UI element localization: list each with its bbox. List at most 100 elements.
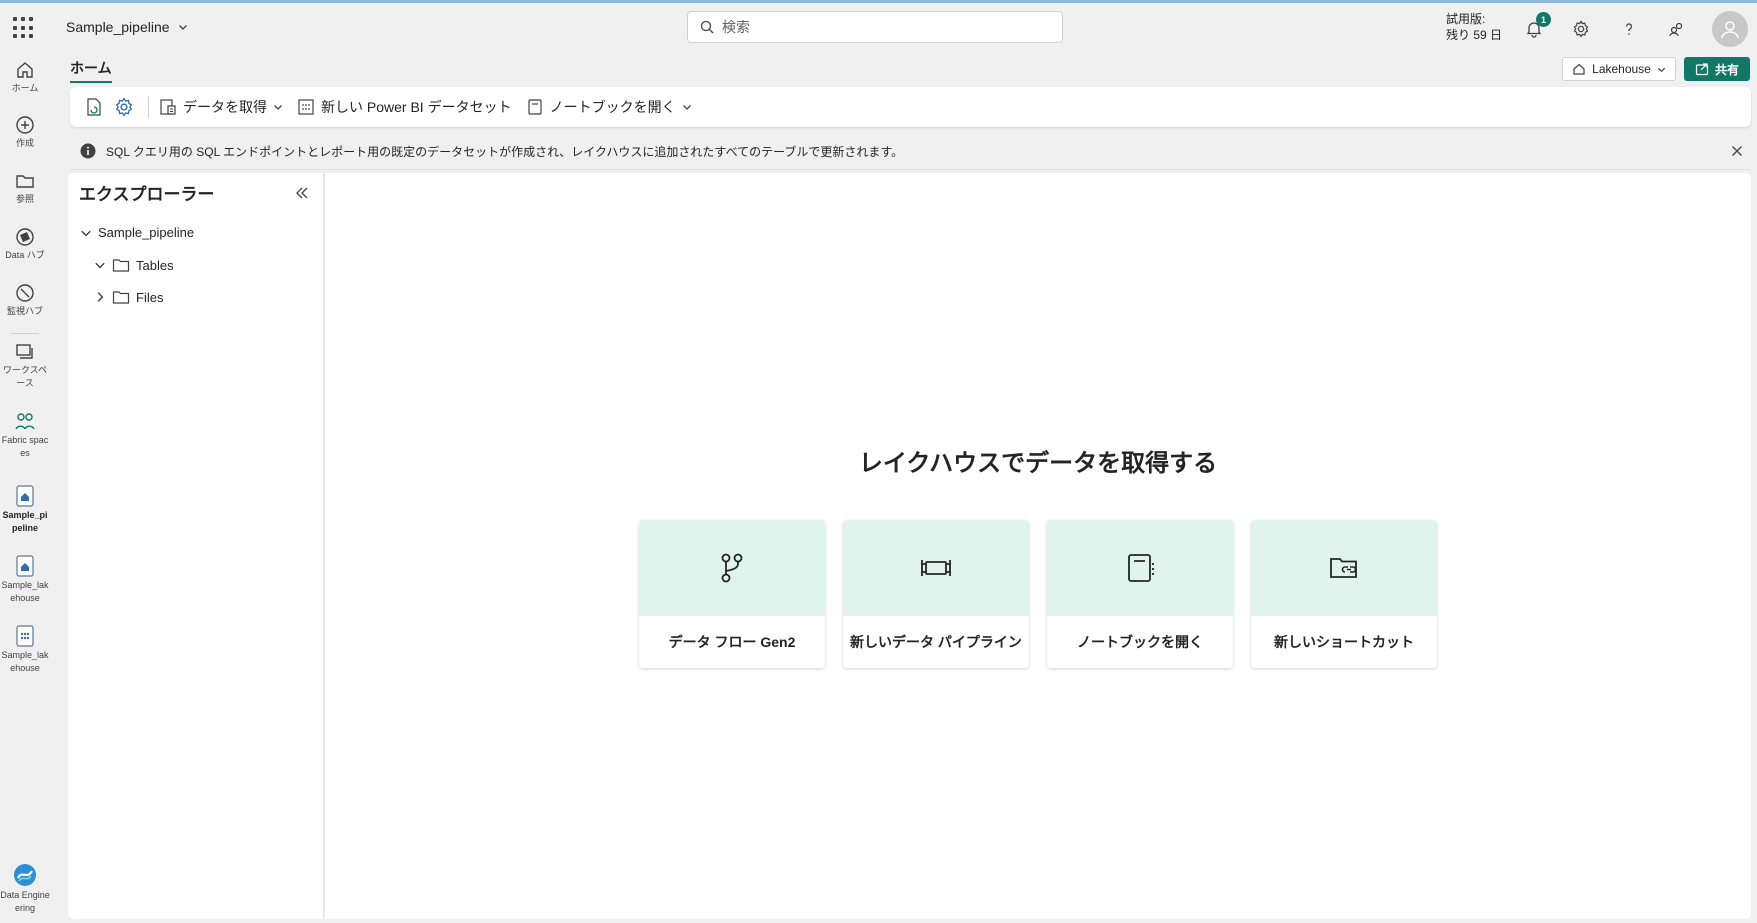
lakehouse-mode-label: Lakehouse: [1592, 62, 1651, 76]
rail-label: Fabric spaces: [1, 435, 49, 458]
new-dataset-label: 新しい Power BI データセット: [321, 99, 512, 115]
data-engineering-icon: [14, 864, 36, 886]
dataflow-gen2-card[interactable]: データ フロー Gen2: [639, 520, 825, 668]
get-data-label: データを取得: [183, 99, 267, 115]
rail-item-home[interactable]: ホーム: [0, 60, 50, 95]
toolbar-divider: [148, 96, 149, 118]
trial-label: 試用版:: [1446, 12, 1486, 26]
notifications-button[interactable]: 1: [1518, 12, 1551, 45]
gear-icon: [1573, 20, 1589, 38]
open-notebook-card[interactable]: ノートブックを開く: [1047, 520, 1233, 668]
app-title-text: Sample_pipeline: [66, 19, 170, 35]
dismiss-info-button[interactable]: [1729, 143, 1745, 159]
folder-icon: [112, 259, 130, 272]
app-launcher-icon[interactable]: [13, 17, 35, 39]
dataset-item-icon: [16, 625, 34, 647]
fabric-spaces-icon: [15, 413, 35, 430]
search-input[interactable]: [722, 19, 1042, 35]
rail-item-sample-lakehouse-dataset[interactable]: Sample_lakehouse: [0, 625, 50, 675]
card-label: データ フロー Gen2: [668, 634, 796, 650]
rail-item-workspaces[interactable]: ワークスペース: [0, 342, 50, 390]
settings-toolbar-button[interactable]: [112, 95, 136, 119]
chevron-down-icon: [1657, 67, 1665, 72]
tree-item-root[interactable]: Sample_pipeline: [80, 225, 194, 240]
open-notebook-dropdown[interactable]: ノートブックを開く: [526, 97, 692, 117]
collapse-explorer-button[interactable]: [292, 183, 312, 203]
chevron-right-icon: [97, 292, 104, 302]
tree-item-tables[interactable]: Tables: [94, 257, 174, 273]
help-button[interactable]: [1613, 13, 1645, 45]
create-icon: [16, 116, 34, 134]
card-icon-area: [639, 520, 825, 616]
lakehouse-item-icon: [16, 555, 34, 577]
card-icon-area: [1047, 520, 1233, 616]
rail-label: ワークスペース: [2, 365, 48, 388]
open-notebook-label: ノートブックを開く: [549, 99, 676, 115]
chevron-down-icon: [274, 105, 282, 110]
workspace-item-switcher[interactable]: Sample_pipeline: [66, 19, 188, 35]
rail-label: ホーム: [11, 83, 39, 93]
get-data-dropdown[interactable]: データを取得: [159, 97, 283, 117]
tree-item-files[interactable]: Files: [94, 289, 163, 305]
avatar[interactable]: [1712, 11, 1748, 47]
data-hub-icon: [16, 228, 34, 246]
new-shortcut-card[interactable]: 新しいショートカット: [1251, 520, 1437, 668]
card-icon-area: [843, 520, 1029, 616]
rail-divider: [11, 333, 39, 334]
chevron-down-icon: [178, 25, 187, 30]
ribbon-toolbar: データを取得 新しい Power BI データセット ノートブックを開く: [70, 87, 1751, 127]
lakehouse-mode-dropdown[interactable]: Lakehouse: [1562, 57, 1676, 81]
rail-label: Sample_lakehouse: [1, 580, 49, 603]
get-data-icon: [160, 99, 176, 115]
lakehouse-item-icon: [16, 485, 34, 507]
notebook-icon: [527, 99, 542, 115]
notification-count-badge: 1: [1536, 12, 1551, 27]
notebook-icon: [1128, 554, 1154, 582]
card-icon-area: [1251, 520, 1437, 616]
refresh-file-icon: [87, 98, 101, 116]
rail-label: Data Engineering: [0, 890, 50, 913]
info-message-bar: SQL クエリ用の SQL エンドポイントとレポート用の既定のデータセットが作成…: [70, 136, 1751, 166]
tree-item-label: Tables: [136, 257, 174, 273]
tree-item-label: Files: [136, 289, 164, 305]
pipeline-icon: [921, 560, 951, 576]
rail-item-browse[interactable]: 参照: [0, 171, 50, 206]
rail-item-sample-pipeline[interactable]: Sample_pipeline: [0, 485, 50, 535]
card-label: 新しいデータ パイプライン: [850, 634, 1022, 650]
shortcut-icon: [1330, 558, 1357, 578]
search-icon: [700, 20, 714, 34]
rail-item-data-engineering[interactable]: Data Engineering: [0, 863, 50, 915]
chevron-down-icon: [95, 262, 105, 269]
rail-item-create[interactable]: 作成: [0, 115, 50, 150]
settings-button[interactable]: [1565, 13, 1597, 45]
rail-item-sample-lakehouse[interactable]: Sample_lakehouse: [0, 555, 50, 605]
help-icon: [1625, 23, 1633, 35]
tab-home[interactable]: ホーム: [70, 58, 112, 83]
refresh-button[interactable]: [82, 95, 106, 119]
search-box[interactable]: [687, 11, 1063, 43]
rail-item-fabric-spaces[interactable]: Fabric spaces: [0, 412, 50, 460]
share-feedback-button[interactable]: [1661, 13, 1693, 45]
chevron-down-icon: [81, 230, 91, 236]
rail-label: Sample_pipeline: [2, 510, 48, 533]
left-navigation-rail: ホーム 作成 参照 Data ハブ 監視ハブ ワークスペース Fabric sp…: [0, 51, 50, 923]
folder-icon: [112, 291, 130, 304]
dataflow-icon: [721, 553, 743, 583]
rail-item-monitor-hub[interactable]: 監視ハブ: [0, 283, 50, 318]
trial-status[interactable]: 試用版: 残り 59 日: [1446, 11, 1502, 43]
get-data-heading: レイクハウスでデータを取得する: [858, 450, 1218, 477]
info-message-text: SQL クエリ用の SQL エンドポイントとレポート用の既定のデータセットが作成…: [106, 144, 904, 159]
gear-icon: [115, 97, 133, 117]
rail-label: 作成: [15, 138, 34, 148]
rail-label: Sample_lakehouse: [1, 650, 49, 673]
share-button[interactable]: 共有: [1684, 57, 1750, 81]
house-icon: [1573, 63, 1585, 75]
new-data-pipeline-card[interactable]: 新しいデータ パイプライン: [843, 520, 1029, 668]
new-dataset-button[interactable]: 新しい Power BI データセット: [297, 97, 512, 117]
share-label: 共有: [1714, 62, 1739, 77]
explorer-title: エクスプローラー: [79, 185, 215, 204]
double-chevron-left-icon: [296, 187, 308, 199]
rail-item-data-hub[interactable]: Data ハブ: [0, 227, 50, 262]
explorer-pane: エクスプローラー Sample_pipeline Tables Files: [68, 173, 324, 919]
top-bar: Sample_pipeline 試用版: 残り 59 日 1: [0, 3, 1757, 51]
